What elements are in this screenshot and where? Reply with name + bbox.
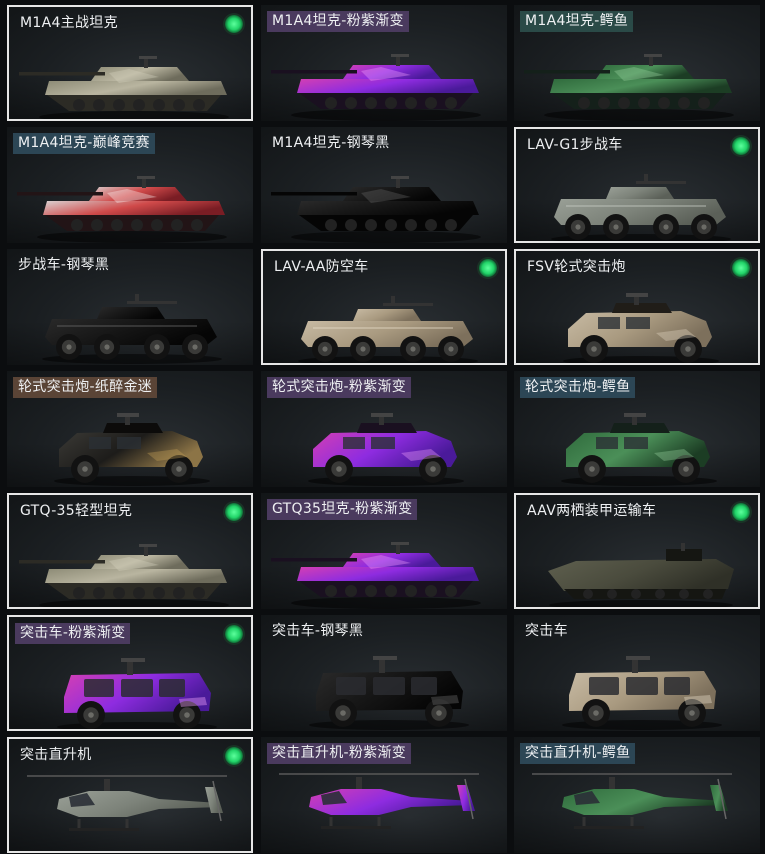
vehicle-skin-card[interactable]: 突击直升机-鳄鱼 (514, 737, 760, 853)
equipped-indicator-icon (732, 503, 750, 521)
tank-vehicle-image (7, 145, 253, 243)
card-title: AAV两栖装甲运输车 (527, 503, 657, 519)
vehicle-skin-card[interactable]: GTQ35坦克-粉紫渐变 (261, 493, 507, 609)
card-title: 轮式突击炮-粉紫渐变 (267, 377, 412, 398)
vehicle-skin-card[interactable]: 步战车-钢琴黑 (7, 249, 253, 365)
card-title: M1A4坦克-粉紫渐变 (267, 11, 409, 32)
heli-vehicle-image (9, 757, 251, 851)
vehicle-skin-card[interactable]: 突击车 (514, 615, 760, 731)
card-title: M1A4坦克-鳄鱼 (520, 11, 634, 32)
vehicle-skin-card[interactable]: M1A4主战坦克 (7, 5, 253, 121)
wheeled-vehicle-image (7, 389, 253, 487)
card-title: 轮式突击炮-鳄鱼 (520, 377, 636, 398)
vehicle-skin-card[interactable]: 突击直升机 (7, 737, 253, 853)
vehicle-skin-card[interactable]: M1A4坦克-鳄鱼 (514, 5, 760, 121)
tank-vehicle-image (9, 25, 251, 119)
assault-vehicle-image (261, 633, 507, 731)
equipped-indicator-icon (479, 259, 497, 277)
apc-vehicle-image (7, 267, 253, 365)
vehicle-skin-card[interactable]: LAV-G1步战车 (514, 127, 760, 243)
vehicle-skin-card[interactable]: 突击直升机-粉紫渐变 (261, 737, 507, 853)
vehicle-skin-card[interactable]: M1A4坦克-钢琴黑 (261, 127, 507, 243)
vehicle-skin-card[interactable]: 突击车-粉紫渐变 (7, 615, 253, 731)
card-title: M1A4坦克-钢琴黑 (272, 135, 390, 151)
vehicle-skin-card[interactable]: GTQ-35轻型坦克 (7, 493, 253, 609)
card-title: M1A4主战坦克 (20, 15, 118, 31)
equipped-indicator-icon (732, 137, 750, 155)
vehicle-skin-card[interactable]: AAV两栖装甲运输车 (514, 493, 760, 609)
vehicle-skin-card[interactable]: 轮式突击炮-鳄鱼 (514, 371, 760, 487)
card-title: GTQ35坦克-粉紫渐变 (267, 499, 418, 520)
card-title: 突击直升机-粉紫渐变 (267, 743, 412, 764)
card-title: 步战车-钢琴黑 (18, 257, 110, 273)
tank-vehicle-image (9, 513, 251, 607)
apc-vehicle-image (516, 147, 758, 241)
tank-vehicle-image (261, 145, 507, 243)
card-title: FSV轮式突击炮 (527, 259, 626, 275)
wheeled-vehicle-image (516, 269, 758, 363)
assault-vehicle-image (514, 633, 760, 731)
equipped-indicator-icon (225, 503, 243, 521)
card-title: 突击车-粉紫渐变 (15, 623, 131, 644)
apc-vehicle-image (263, 269, 505, 363)
card-title: LAV-AA防空车 (274, 259, 369, 275)
card-title: 突击车-钢琴黑 (272, 623, 364, 639)
assault-vehicle-image (9, 635, 251, 729)
vehicle-skin-card[interactable]: FSV轮式突击炮 (514, 249, 760, 365)
card-title: 突击车 (525, 623, 568, 639)
heli-vehicle-image (514, 755, 760, 853)
vehicle-skin-grid: M1A4主战坦克 M1A4坦克-粉紫渐变 M1A4坦克-鳄鱼 M1A4坦克-巅峰… (0, 0, 765, 854)
vehicle-skin-card[interactable]: 轮式突击炮-纸醉金迷 (7, 371, 253, 487)
equipped-indicator-icon (225, 625, 243, 643)
equipped-indicator-icon (225, 747, 243, 765)
card-title: 轮式突击炮-纸醉金迷 (13, 377, 158, 398)
tank-vehicle-image (514, 23, 760, 121)
heli-vehicle-image (261, 755, 507, 853)
amphib-vehicle-image (516, 513, 758, 607)
tank-vehicle-image (261, 511, 507, 609)
vehicle-skin-card[interactable]: 突击车-钢琴黑 (261, 615, 507, 731)
vehicle-skin-card[interactable]: 轮式突击炮-粉紫渐变 (261, 371, 507, 487)
card-title: 突击直升机 (20, 747, 92, 763)
vehicle-skin-card[interactable]: M1A4坦克-粉紫渐变 (261, 5, 507, 121)
card-title: GTQ-35轻型坦克 (20, 503, 133, 519)
tank-vehicle-image (261, 23, 507, 121)
equipped-indicator-icon (732, 259, 750, 277)
card-title: 突击直升机-鳄鱼 (520, 743, 636, 764)
vehicle-skin-card[interactable]: M1A4坦克-巅峰竞赛 (7, 127, 253, 243)
card-title: M1A4坦克-巅峰竞赛 (13, 133, 155, 154)
wheeled-vehicle-image (514, 389, 760, 487)
wheeled-vehicle-image (261, 389, 507, 487)
equipped-indicator-icon (225, 15, 243, 33)
vehicle-skin-card[interactable]: LAV-AA防空车 (261, 249, 507, 365)
card-title: LAV-G1步战车 (527, 137, 623, 153)
